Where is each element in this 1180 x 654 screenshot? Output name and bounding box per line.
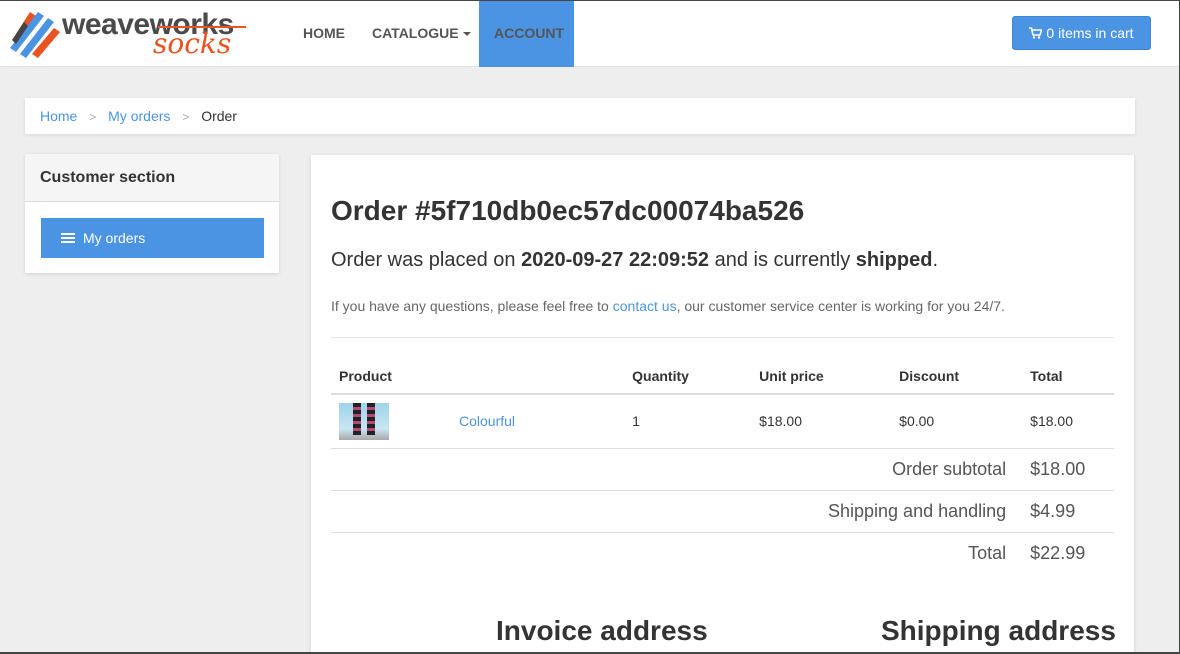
col-unit-price: Unit price <box>751 358 892 395</box>
help-suffix: , our customer service center is working… <box>676 298 1005 314</box>
breadcrumb: Home > My orders > Order <box>25 98 1135 134</box>
order-table: Product Quantity Unit price Discount Tot… <box>331 358 1114 574</box>
col-total: Total <box>1022 358 1114 395</box>
shipping-label: Shipping and handling <box>331 490 1023 533</box>
nav-account-label: ACCOUNT <box>494 25 564 41</box>
sidebar-item-my-orders[interactable]: My orders <box>41 218 264 258</box>
order-status: shipped <box>855 249 933 271</box>
customer-sidebar: Customer section My orders <box>25 154 279 273</box>
sidebar-item-label: My orders <box>83 230 146 246</box>
subtotal-row: Order subtotal $18.00 <box>331 448 1114 491</box>
product-quantity: 1 <box>624 394 752 449</box>
breadcrumb-current: Order <box>201 108 237 124</box>
breadcrumb-separator: > <box>182 110 190 124</box>
table-header-row: Product Quantity Unit price Discount Tot… <box>331 358 1114 395</box>
shipping-row: Shipping and handling $4.99 <box>331 490 1114 533</box>
total-label: Total <box>968 542 1007 563</box>
caret-down-icon <box>462 32 471 37</box>
brand-logo[interactable]: weaveworks socks <box>10 6 250 62</box>
nav-account[interactable]: ACCOUNT <box>479 1 574 67</box>
sidebar-title: Customer section <box>25 154 279 202</box>
lead-prefix: Order was placed on <box>331 249 522 271</box>
order-lead: Order was placed on 2020-09-27 22:09:52 … <box>331 249 938 272</box>
breadcrumb-my-orders[interactable]: My orders <box>108 108 170 124</box>
help-prefix: If you have any questions, please feel f… <box>331 298 613 314</box>
shipping-value: $4.99 <box>1022 490 1114 533</box>
nav-catalogue-label: CATALOGUE <box>372 25 459 41</box>
cart-button[interactable]: 0 items in cart <box>1012 16 1151 50</box>
divider <box>331 337 1114 338</box>
total-value: $22.99 <box>1030 542 1086 563</box>
nav-catalogue[interactable]: CATALOGUE <box>357 1 486 67</box>
table-row: Colourful 1 $18.00 $0.00 $18.00 <box>331 394 1114 449</box>
invoice-address-heading: Invoice address <box>496 615 708 646</box>
shipping-address-heading: Shipping address <box>881 615 1116 646</box>
subtotal-label: Order subtotal <box>331 448 1023 491</box>
product-thumb-cell <box>331 394 451 449</box>
lead-mid: and is currently <box>709 249 856 271</box>
col-discount: Discount <box>891 358 1023 395</box>
navbar: weaveworks socks HOME CATALOGUE ACCOUNT … <box>0 0 1180 67</box>
col-product: Product <box>331 358 625 395</box>
breadcrumb-home[interactable]: Home <box>40 108 77 124</box>
shopping-cart-icon <box>1029 27 1043 39</box>
product-total: $18.00 <box>1022 394 1114 449</box>
nav-home[interactable]: HOME <box>288 1 360 67</box>
contact-us-link[interactable]: contact us <box>613 298 677 314</box>
total-row: Total $22.99 <box>331 532 1114 574</box>
order-date: 2020-09-27 22:09:52 <box>521 249 710 271</box>
help-text: If you have any questions, please feel f… <box>331 298 1005 314</box>
subtotal-value: $18.00 <box>1022 448 1114 491</box>
col-quantity: Quantity <box>624 358 752 395</box>
list-icon <box>61 233 75 244</box>
nav-home-label: HOME <box>303 25 345 41</box>
product-discount: $0.00 <box>891 394 1023 449</box>
lead-suffix: . <box>932 249 938 271</box>
weaveworks-logo-icon <box>10 12 60 58</box>
page-title: Order #5f710db0ec57dc00074ba526 <box>331 195 805 226</box>
brand-subtitle: socks <box>153 27 232 60</box>
breadcrumb-separator: > <box>89 110 97 124</box>
cart-label: 0 items in cart <box>1046 25 1134 41</box>
product-name-link[interactable]: Colourful <box>451 394 625 449</box>
product-unit-price: $18.00 <box>751 394 892 449</box>
product-image[interactable] <box>339 402 389 440</box>
order-panel: Order #5f710db0ec57dc00074ba526 Order wa… <box>311 155 1134 654</box>
